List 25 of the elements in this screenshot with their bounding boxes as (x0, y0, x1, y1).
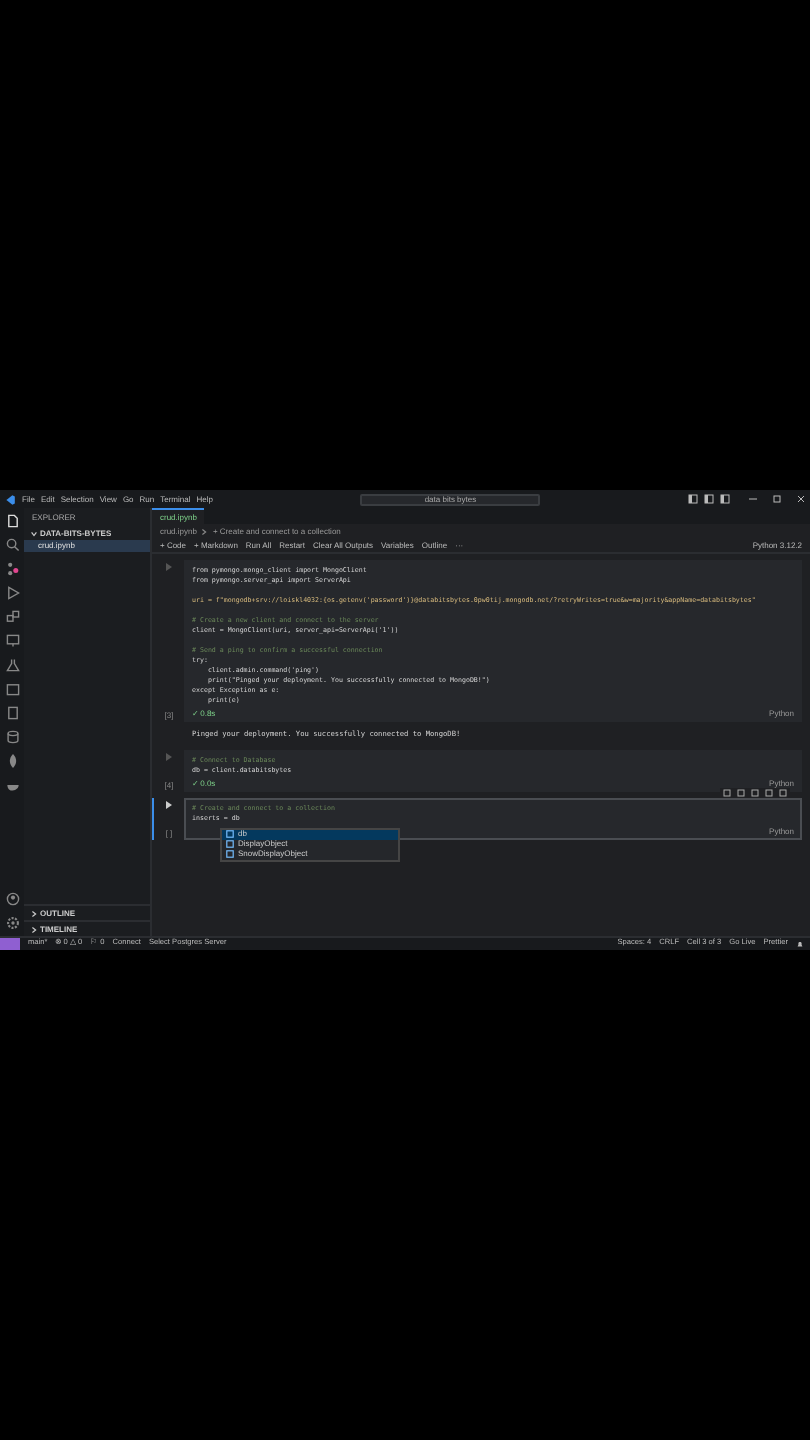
minimize-icon[interactable] (748, 494, 758, 504)
run-cell-icon[interactable] (164, 562, 174, 572)
flask-icon[interactable] (5, 658, 19, 672)
square-icon[interactable] (722, 787, 732, 798)
square-icon[interactable] (736, 787, 746, 798)
run-cell-icon[interactable] (164, 751, 174, 762)
leaf-icon[interactable] (5, 754, 19, 768)
square-icon[interactable] (764, 787, 774, 798)
extensions-icon[interactable] (5, 610, 19, 624)
document-icon[interactable] (5, 706, 19, 720)
monitor-icon[interactable] (5, 634, 19, 648)
run-cell-icon[interactable] (164, 799, 174, 810)
settings-icon[interactable] (5, 916, 19, 930)
square-icon[interactable] (778, 787, 788, 798)
run-debug-icon[interactable] (5, 586, 19, 600)
account-icon[interactable] (5, 892, 19, 906)
database-icon[interactable] (5, 730, 19, 744)
maximize-icon[interactable] (772, 494, 782, 504)
files-icon[interactable] (5, 514, 19, 528)
square-icon[interactable] (750, 787, 760, 798)
close-icon[interactable] (796, 494, 806, 504)
bell-icon[interactable] (796, 940, 804, 948)
search-icon[interactable] (5, 538, 19, 552)
chevron-down-icon[interactable] (30, 530, 38, 538)
source-control-icon[interactable] (5, 562, 19, 576)
